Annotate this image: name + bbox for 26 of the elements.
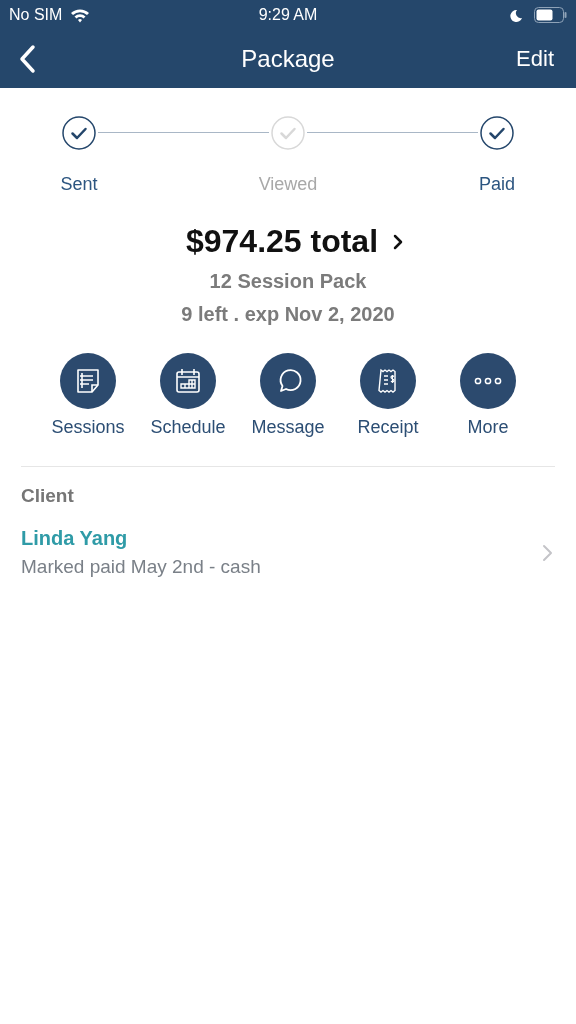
step-label: Paid — [479, 174, 515, 195]
total-amount: $974.25 total — [185, 223, 379, 260]
calendar-icon — [173, 366, 203, 396]
message-action[interactable]: Message — [238, 353, 338, 438]
more-dots-icon — [474, 377, 502, 385]
chevron-icon — [541, 543, 553, 562]
client-row[interactable]: Linda Yang Marked paid May 2nd - cash — [21, 527, 555, 578]
more-action[interactable]: More — [438, 353, 538, 438]
screen-title: Package — [241, 45, 335, 73]
step-label: Sent — [60, 174, 98, 195]
clock-time: 9:29 AM — [258, 6, 318, 24]
client-name: Linda Yang — [21, 527, 129, 550]
wifi-icon — [70, 7, 91, 23]
carrier-name: No SIM — [9, 6, 63, 24]
sessions-action[interactable]: Sessions — [38, 353, 138, 438]
edit-button[interactable]: Edit — [512, 42, 558, 76]
receipt-action[interactable]: Receipt — [338, 353, 438, 438]
package-detail: 9 left . exp Nov 2, 2020 — [181, 303, 395, 326]
step-label: Viewed — [258, 174, 318, 195]
package-name: 12 Session Pack — [209, 270, 367, 293]
payment-note: Marked paid May 2nd - cash — [21, 556, 261, 578]
schedule-action[interactable]: Schedule — [138, 353, 238, 438]
battery-icon — [534, 7, 567, 23]
chevron-icon[interactable] — [392, 232, 405, 251]
section-heading: Client — [21, 485, 75, 507]
moon-icon — [510, 8, 522, 22]
